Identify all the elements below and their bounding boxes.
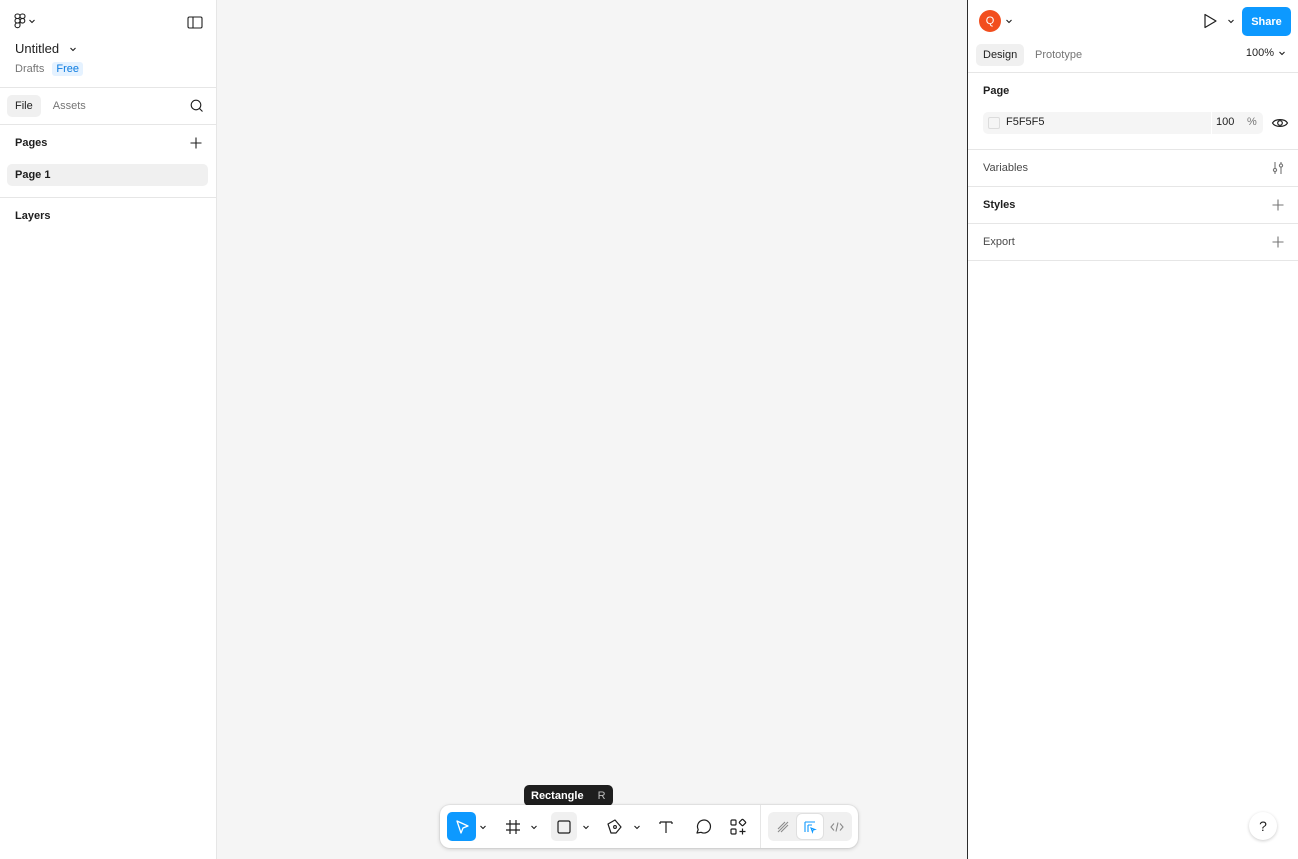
left-panel-tabs: File Assets <box>0 88 216 125</box>
text-icon <box>658 819 674 835</box>
opacity-input[interactable]: 100 <box>1216 116 1234 128</box>
comment-icon <box>694 818 712 836</box>
plus-icon <box>1271 235 1285 249</box>
mode-switcher <box>768 812 852 841</box>
chevron-down-icon <box>1278 49 1286 57</box>
left-sidebar: Untitled Drafts Free File Assets Pages P… <box>0 0 217 859</box>
export-label: Export <box>983 236 1015 248</box>
tab-design[interactable]: Design <box>976 44 1025 66</box>
figma-app: Untitled Drafts Free File Assets Pages P… <box>0 0 1298 859</box>
help-button[interactable]: ? <box>1249 812 1277 840</box>
draw-mode-icon <box>776 820 790 834</box>
page-properties-section: Page F5F5F5 100 % <box>968 73 1298 150</box>
actions-icon <box>729 818 747 836</box>
bottom-toolbar <box>440 805 858 848</box>
pages-title: Pages <box>15 137 48 149</box>
pen-tool-dropdown[interactable] <box>633 823 641 831</box>
file-header: Untitled Drafts Free <box>0 0 216 88</box>
add-style-button[interactable] <box>1271 198 1285 212</box>
move-tool-dropdown[interactable] <box>479 823 487 831</box>
canvas[interactable] <box>217 0 967 859</box>
play-icon <box>1201 12 1219 30</box>
page-item-label: Page 1 <box>15 169 51 181</box>
eye-icon <box>1271 115 1289 131</box>
tab-file[interactable]: File <box>7 95 41 117</box>
present-dropdown[interactable] <box>1227 17 1235 25</box>
frame-tool-dropdown[interactable] <box>530 823 538 831</box>
file-title-dropdown[interactable]: Untitled <box>15 41 77 56</box>
sidebar-toggle-button[interactable] <box>184 12 206 32</box>
chevron-down-icon <box>28 17 36 25</box>
search-button[interactable] <box>189 98 205 114</box>
frame-tool-button[interactable] <box>500 812 526 841</box>
add-page-button[interactable] <box>189 136 203 150</box>
page-color-field: F5F5F5 100 % <box>983 112 1263 134</box>
tooltip-label: Rectangle <box>531 789 584 802</box>
design-mode-button[interactable] <box>797 814 823 839</box>
pen-icon <box>606 818 624 836</box>
pen-tool-button[interactable] <box>602 812 628 841</box>
present-button[interactable] <box>1201 12 1219 30</box>
tab-assets[interactable]: Assets <box>45 95 94 117</box>
avatar-dropdown[interactable] <box>1005 17 1013 25</box>
file-location: Drafts Free <box>15 62 83 76</box>
draw-mode-button[interactable] <box>770 814 796 839</box>
layers-title: Layers <box>15 209 51 222</box>
export-section: Export <box>968 224 1298 261</box>
share-button[interactable]: Share <box>1242 7 1291 36</box>
page-list-item[interactable]: Page 1 <box>7 164 208 186</box>
chevron-down-icon <box>69 45 77 53</box>
color-hex-input[interactable]: F5F5F5 <box>1006 116 1045 128</box>
rectangle-tool-button[interactable] <box>551 812 577 841</box>
sidebar-panel-icon <box>187 15 203 29</box>
right-panel-tabs: Design Prototype 100% <box>968 42 1298 73</box>
dev-mode-button[interactable] <box>824 814 850 839</box>
drafts-link[interactable]: Drafts <box>15 63 44 75</box>
color-swatch[interactable] <box>988 117 1000 129</box>
tab-prototype[interactable]: Prototype <box>1028 44 1089 66</box>
tool-tooltip: Rectangle R <box>524 785 613 806</box>
text-tool-button[interactable] <box>653 812 679 841</box>
shape-tool-dropdown[interactable] <box>582 823 590 831</box>
actions-tool-button[interactable] <box>725 812 751 841</box>
right-panel-header: Q Share <box>968 0 1298 42</box>
field-divider <box>1211 112 1212 134</box>
pages-section-header: Pages <box>0 125 216 161</box>
variables-label: Variables <box>983 162 1029 174</box>
plus-icon <box>189 136 203 150</box>
opacity-unit: % <box>1247 116 1257 128</box>
add-export-button[interactable] <box>1271 235 1285 249</box>
page-section-title: Page <box>983 85 1010 97</box>
rectangle-icon <box>556 819 572 835</box>
move-tool-button[interactable] <box>447 812 476 841</box>
comment-tool-button[interactable] <box>690 812 716 841</box>
dev-mode-icon <box>830 820 844 834</box>
search-icon <box>189 98 205 114</box>
plan-badge: Free <box>52 62 83 76</box>
right-sidebar: Q Share Design Prototype 100% Page F5F5F… <box>967 0 1298 859</box>
sliders-icon <box>1271 161 1285 175</box>
zoom-dropdown[interactable]: 100% <box>1246 47 1286 59</box>
plus-icon <box>1271 198 1285 212</box>
frame-icon <box>505 819 521 835</box>
figma-logo-icon <box>14 13 26 29</box>
toolbar-divider <box>760 805 761 848</box>
variables-button[interactable] <box>1271 161 1285 175</box>
move-icon <box>453 818 471 836</box>
layers-section-header: Layers <box>0 198 216 233</box>
zoom-level: 100% <box>1245 47 1274 59</box>
avatar[interactable]: Q <box>979 10 1001 32</box>
file-title: Untitled <box>15 41 60 56</box>
variables-section[interactable]: Variables <box>968 150 1298 187</box>
design-mode-icon <box>803 820 817 834</box>
visibility-toggle[interactable] <box>1271 115 1289 131</box>
styles-section: Styles <box>968 187 1298 224</box>
styles-label: Styles <box>983 199 1016 211</box>
main-menu-button[interactable] <box>12 10 44 32</box>
tooltip-shortcut: R <box>597 789 606 802</box>
